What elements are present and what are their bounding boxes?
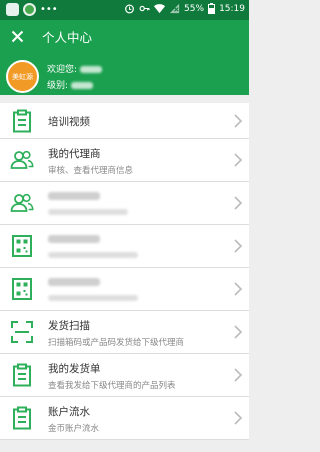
chevron-right-icon: [234, 282, 243, 296]
menu-item-shipping-scan[interactable]: 发货扫描 扫描箱码或产品码发货给下级代理商: [0, 311, 249, 354]
menu-item-account-flow[interactable]: 账户流水 金币账户流水: [0, 397, 249, 440]
clipboard-icon: [13, 363, 31, 387]
menu-item-redacted-1[interactable]: [0, 182, 249, 225]
wifi-icon: [154, 4, 166, 14]
more-icon: •••: [40, 4, 58, 15]
users-icon: [10, 150, 34, 169]
qrcode-icon: [12, 235, 32, 257]
status-right: 55% 15:19: [124, 3, 245, 14]
redacted-subtitle: [48, 295, 138, 301]
key-icon: [139, 5, 150, 12]
battery-percent: 55%: [184, 3, 205, 14]
menu-item-subtitle: 金币账户流水: [48, 424, 100, 434]
status-left: •••: [6, 3, 58, 16]
app-bar: 个人中心: [0, 20, 249, 52]
redacted-subtitle: [48, 252, 138, 258]
welcome-row: 欢迎您:: [47, 62, 103, 75]
menu-item-training-video[interactable]: 培训视频: [0, 103, 249, 139]
chevron-right-icon: [234, 325, 243, 339]
menu-item-title: 我的发货单: [48, 363, 101, 375]
clipboard-icon: [13, 406, 31, 430]
qrcode-icon: [12, 278, 32, 300]
menu-item-subtitle: 审核、查看代理商信息: [48, 166, 134, 176]
redacted-subtitle: [48, 209, 128, 215]
chevron-right-icon: [234, 411, 243, 425]
wechat-icon: [23, 3, 36, 16]
no-sim-icon: [169, 3, 180, 14]
alarm-icon: [125, 4, 134, 14]
avatar[interactable]: 美虹源: [6, 60, 39, 93]
clipboard-icon: [13, 109, 31, 132]
redacted-title: [48, 192, 100, 200]
chevron-right-icon: [234, 113, 243, 128]
welcome-label: 欢迎您:: [47, 65, 78, 75]
level-row: 级别:: [47, 78, 94, 91]
redacted-title: [48, 278, 100, 286]
level-label: 级别:: [47, 81, 69, 91]
chevron-right-icon: [234, 153, 243, 167]
menu-item-subtitle: 查看我发给下级代理商的产品列表: [48, 381, 176, 391]
chevron-right-icon: [234, 368, 243, 382]
page-title: 个人中心: [42, 30, 93, 45]
menu-item-title: 账户流水: [48, 406, 90, 418]
user-name-redacted: [80, 66, 103, 73]
menu-item-redacted-3[interactable]: [0, 268, 249, 311]
status-bar: ••• 55% 15:19: [0, 0, 249, 20]
redacted-title: [48, 235, 100, 243]
close-button[interactable]: [6, 25, 28, 47]
menu-item-my-agents[interactable]: 我的代理商 审核、查看代理商信息: [0, 139, 249, 182]
user-level-redacted: [71, 82, 94, 89]
avatar-text: 美虹源: [12, 72, 33, 81]
menu-item-title: 培训视频: [48, 116, 90, 128]
menu-item-my-shipments[interactable]: 我的发货单 查看我发给下级代理商的产品列表: [0, 354, 249, 397]
users-icon: [10, 193, 34, 212]
clock: 15:19: [219, 3, 245, 14]
menu-list: 培训视频 我的代理商 审核、查看代理商信息 发货扫描 扫描箱码或产品码发货给下级…: [0, 103, 249, 440]
close-icon: [11, 30, 23, 42]
battery-icon: [208, 3, 216, 14]
menu-item-title: 我的代理商: [48, 148, 101, 160]
chevron-right-icon: [234, 239, 243, 253]
menu-item-redacted-2[interactable]: [0, 225, 249, 268]
app-icon: [6, 3, 19, 16]
menu-item-title: 发货扫描: [48, 320, 90, 332]
menu-item-subtitle: 扫描箱码或产品码发货给下级代理商: [48, 338, 185, 348]
scan-icon: [11, 321, 33, 343]
chevron-right-icon: [234, 196, 243, 210]
profile-header: 美虹源 欢迎您: 级别:: [0, 52, 249, 95]
